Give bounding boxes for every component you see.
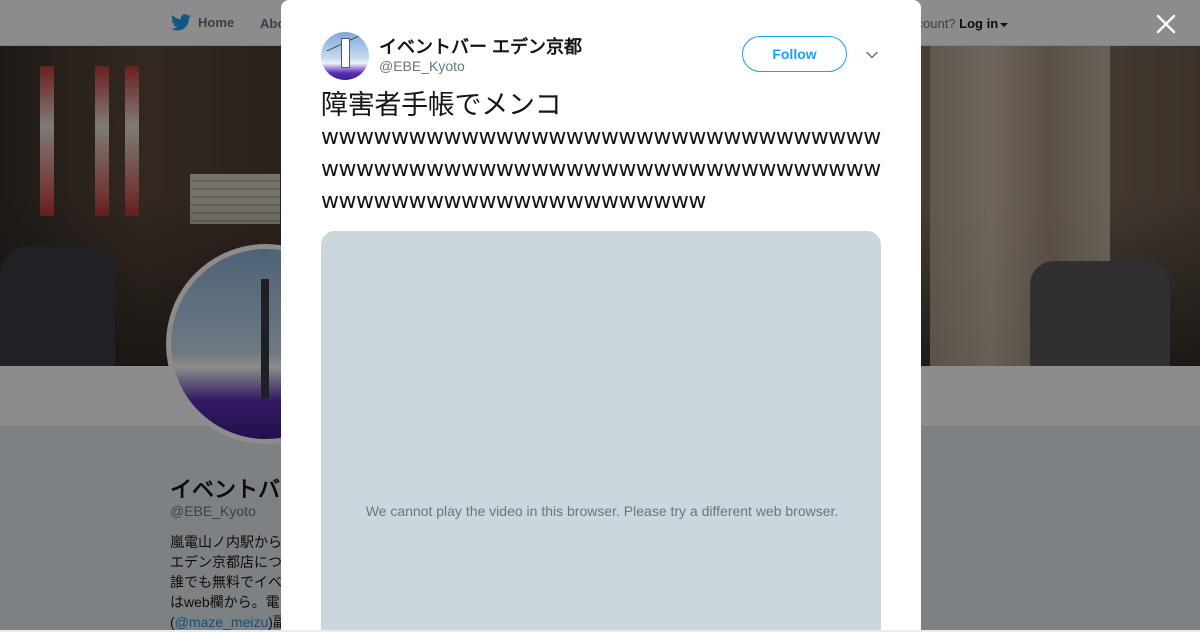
- follow-button[interactable]: Follow: [742, 36, 847, 72]
- tweet-line: wwwwwwwwwwwwwwwwwwwwwwwwwwwwwwww: [321, 125, 881, 150]
- video-error-message: We cannot play the video in this browser…: [365, 503, 839, 519]
- tweet-text: 障害者手帳でメンコ wwwwwwwwwwwwwwwwwwwwwwwwwwwwww…: [321, 90, 881, 218]
- tweet-line: wwwwwwwwwwwwwwwwwwwwwwwwwwwwwwww: [321, 157, 881, 182]
- close-icon[interactable]: [1154, 12, 1178, 36]
- avatar-detail: [341, 38, 350, 68]
- tweet-line: 障害者手帳でメンコ: [321, 90, 562, 121]
- author-avatar[interactable]: [321, 32, 369, 80]
- video-player[interactable]: We cannot play the video in this browser…: [321, 231, 881, 630]
- tweet-line: wwwwwwwwwwwwwwwwwwwwww: [321, 189, 706, 214]
- author-handle[interactable]: @EBE_Kyoto: [379, 58, 465, 74]
- chevron-down-icon[interactable]: [865, 48, 879, 62]
- author-name[interactable]: イベントバー エデン京都: [379, 33, 582, 59]
- tweet-modal: イベントバー エデン京都 @EBE_Kyoto Follow 障害者手帳でメンコ…: [281, 0, 921, 630]
